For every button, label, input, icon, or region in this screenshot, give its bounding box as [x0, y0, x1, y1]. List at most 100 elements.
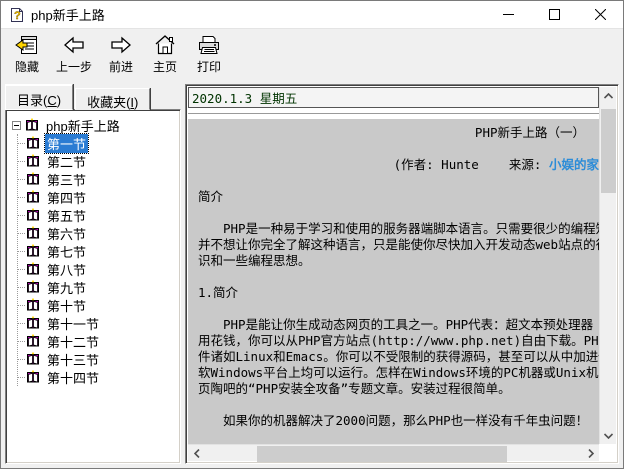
vertical-scrollbar[interactable]: [599, 87, 616, 444]
toolbar-button-label: 隐藏: [15, 58, 39, 75]
print-button[interactable]: 打印: [189, 32, 229, 76]
tree-item[interactable]: 第八节: [18, 260, 178, 278]
tree-item[interactable]: 第十一节: [18, 314, 178, 332]
tree-root-label: php新手上路: [44, 116, 122, 135]
tree-connector: [18, 341, 25, 342]
vertical-scroll-thumb[interactable]: [601, 109, 616, 193]
tree-connector: [18, 143, 25, 144]
hide-button[interactable]: 隐藏: [7, 32, 47, 76]
tree-item[interactable]: 第六节: [18, 224, 178, 242]
toolbar: 隐藏 上一步 前进 主页: [1, 29, 623, 79]
byline-source-link[interactable]: 小娱的家: [549, 157, 599, 172]
tree-item[interactable]: 第七节: [18, 242, 178, 260]
chevron-left-icon: [194, 449, 200, 458]
forward-button[interactable]: 前进: [101, 32, 141, 76]
doc-title: PHP新手上路（一）: [198, 125, 599, 141]
doc-text-line: 页陶吧的“PHP安装全攻备”专题文章。安装过程很简单。: [198, 381, 599, 397]
tree-item[interactable]: 第三节: [18, 170, 178, 188]
tree-item-label: 第十节: [45, 296, 88, 315]
doc-blank-line: [198, 173, 599, 189]
app-icon: ?: [9, 7, 25, 23]
tree-item[interactable]: 第五节: [18, 206, 178, 224]
chevron-up-icon: [604, 93, 613, 99]
book-icon: [25, 208, 41, 222]
chevron-right-icon: [588, 449, 594, 458]
tree-item-label: 第一节: [45, 134, 88, 153]
tree-item[interactable]: 第十四节: [18, 368, 178, 386]
home-button[interactable]: 主页: [145, 32, 185, 76]
tree-connector: [18, 161, 25, 162]
book-icon: [25, 370, 41, 384]
book-icon: [25, 298, 41, 312]
tab-label: 目录(: [17, 93, 47, 108]
forward-icon: [108, 33, 134, 57]
collapse-expander-icon[interactable]: [12, 121, 21, 130]
tree-connector: [18, 251, 25, 252]
contents-tree: php新手上路 第一节 第二节 第三节: [5, 109, 181, 464]
toolbar-button-label: 上一步: [56, 58, 92, 75]
doc-blank-line: [198, 429, 599, 444]
home-icon: [153, 33, 177, 57]
window-title: php新手上路: [31, 5, 485, 24]
horizontal-scroll-track[interactable]: [205, 445, 582, 462]
book-icon: [25, 244, 41, 258]
close-button[interactable]: [577, 1, 623, 28]
scroll-right-button[interactable]: [582, 445, 599, 462]
tree-item-label: 第八节: [45, 260, 88, 279]
minimize-button[interactable]: [485, 1, 531, 28]
tree-connector: [18, 269, 25, 270]
back-button[interactable]: 上一步: [51, 32, 97, 76]
chevron-down-icon: [604, 433, 613, 439]
scroll-left-button[interactable]: [188, 445, 205, 462]
hide-icon: [14, 33, 40, 57]
tree-item[interactable]: 第十三节: [18, 350, 178, 368]
tree-item-label: 第二节: [45, 152, 88, 171]
doc-blank-line: [198, 301, 599, 317]
scroll-down-button[interactable]: [600, 427, 617, 444]
tree-connector: [18, 377, 25, 378]
toolbar-button-label: 打印: [197, 58, 221, 75]
tree-root[interactable]: php新手上路: [12, 116, 178, 134]
book-icon: [25, 226, 41, 240]
doc-text-line: 软Windows平台上均可以运行。怎样在Windows环境的PC机器或Unix机…: [198, 365, 599, 381]
maximize-icon: [549, 9, 560, 20]
tree-item[interactable]: 第四节: [18, 188, 178, 206]
back-icon: [61, 33, 87, 57]
tab-contents[interactable]: 目录(C): [5, 84, 73, 110]
tree-connector: [18, 359, 25, 360]
tab-label: ): [57, 93, 61, 108]
tree-item[interactable]: 第一节: [18, 134, 178, 152]
book-icon: [25, 316, 41, 330]
tree-item-label: 第十三节: [45, 350, 101, 369]
tree-item-label: 第七节: [45, 242, 88, 261]
tree-item[interactable]: 第二节: [18, 152, 178, 170]
book-icon: [25, 352, 41, 366]
tree-connector: [18, 215, 25, 216]
tree-connector: [18, 305, 25, 306]
tree-connector: [18, 179, 25, 180]
tree-item[interactable]: 第十二节: [18, 332, 178, 350]
doc-text-line: 如果你的机器解决了2000问题，那么PHP也一样没有千年虫问题！: [198, 413, 599, 429]
horizontal-scrollbar[interactable]: [188, 444, 599, 461]
tree-item[interactable]: 第九节: [18, 278, 178, 296]
tree-item[interactable]: 第十节: [18, 296, 178, 314]
book-icon: [25, 190, 41, 204]
navigation-pane: 目录(C)收藏夹(I) php新手上路 第一节: [1, 80, 181, 468]
tree-item-label: 第十二节: [45, 332, 101, 351]
book-icon: [24, 118, 40, 132]
horizontal-scroll-thumb[interactable]: [257, 446, 507, 462]
book-icon: [25, 136, 41, 150]
svg-text:?: ?: [14, 10, 21, 22]
byline-author: (作者: Hunte: [394, 157, 479, 172]
tree-item-label: 第九节: [45, 278, 88, 297]
maximize-button[interactable]: [531, 1, 577, 28]
doc-byline: (作者: Hunte 来源: 小娱的家: [198, 157, 599, 173]
tree-item-label: 第六节: [45, 224, 88, 243]
tab-favorites[interactable]: 收藏夹(I): [75, 88, 150, 110]
book-icon: [25, 172, 41, 186]
tree-connector: [18, 233, 25, 234]
print-icon: [196, 33, 222, 57]
scroll-up-button[interactable]: [600, 87, 617, 104]
date-header: 2020.1.3 星期五: [188, 87, 599, 108]
topic-pane: 2020.1.3 星期五 PHP新手上路（一） (作者: Hunte 来源: 小…: [185, 84, 619, 464]
